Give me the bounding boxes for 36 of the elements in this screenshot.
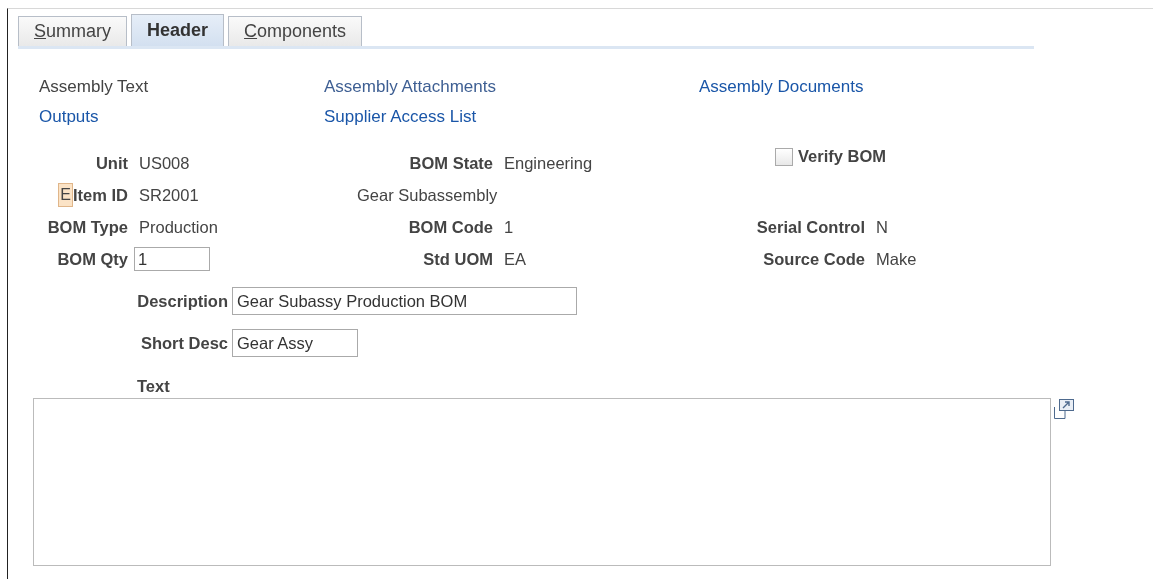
field-label: Source Code <box>763 249 865 269</box>
link[interactable]: Assembly Attachments <box>324 77 496 97</box>
checkbox-label: Verify BOM <box>798 147 887 166</box>
link[interactable]: Assembly Documents <box>699 77 864 97</box>
field-value: Engineering <box>504 153 593 172</box>
field-value: 1 <box>504 217 514 236</box>
link[interactable]: Outputs <box>39 107 99 127</box>
input-field[interactable]: Gear Assy <box>232 329 358 357</box>
item-description: Gear Subassembly <box>357 185 498 204</box>
field-label: BOM Type <box>47 217 128 237</box>
tab[interactable]: Summary <box>18 16 128 46</box>
field-label: Item ID <box>73 185 128 205</box>
prompt-button[interactable]: E <box>58 183 73 207</box>
field-value: EA <box>504 249 526 268</box>
field-label: Unit <box>95 153 128 173</box>
field-label: Std UOM <box>423 249 493 269</box>
tab[interactable]: Components <box>228 16 363 46</box>
checkbox[interactable] <box>775 147 793 166</box>
input-field[interactable]: Gear Subassy Production BOM <box>232 287 577 315</box>
field-label: BOM State <box>409 153 493 173</box>
field-value: SR2001 <box>139 185 199 204</box>
field-label: BOM Qty <box>57 249 128 269</box>
link-text: Assembly Text <box>39 77 149 97</box>
field-value: Production <box>139 217 218 236</box>
tab[interactable]: Header <box>131 14 225 46</box>
field-value: US008 <box>139 153 190 172</box>
field-value: Make <box>876 249 917 268</box>
expand-icon[interactable] <box>1054 399 1074 419</box>
field-label: Description <box>136 291 229 311</box>
field-label: Serial Control <box>756 217 865 237</box>
field-label: BOM Code <box>408 217 493 237</box>
field-label: Short Desc <box>139 333 229 353</box>
input-field[interactable]: 1 <box>134 247 210 271</box>
link[interactable]: Supplier Access List <box>324 107 477 127</box>
field-label: Text <box>136 377 171 395</box>
field-value: N <box>876 217 888 236</box>
